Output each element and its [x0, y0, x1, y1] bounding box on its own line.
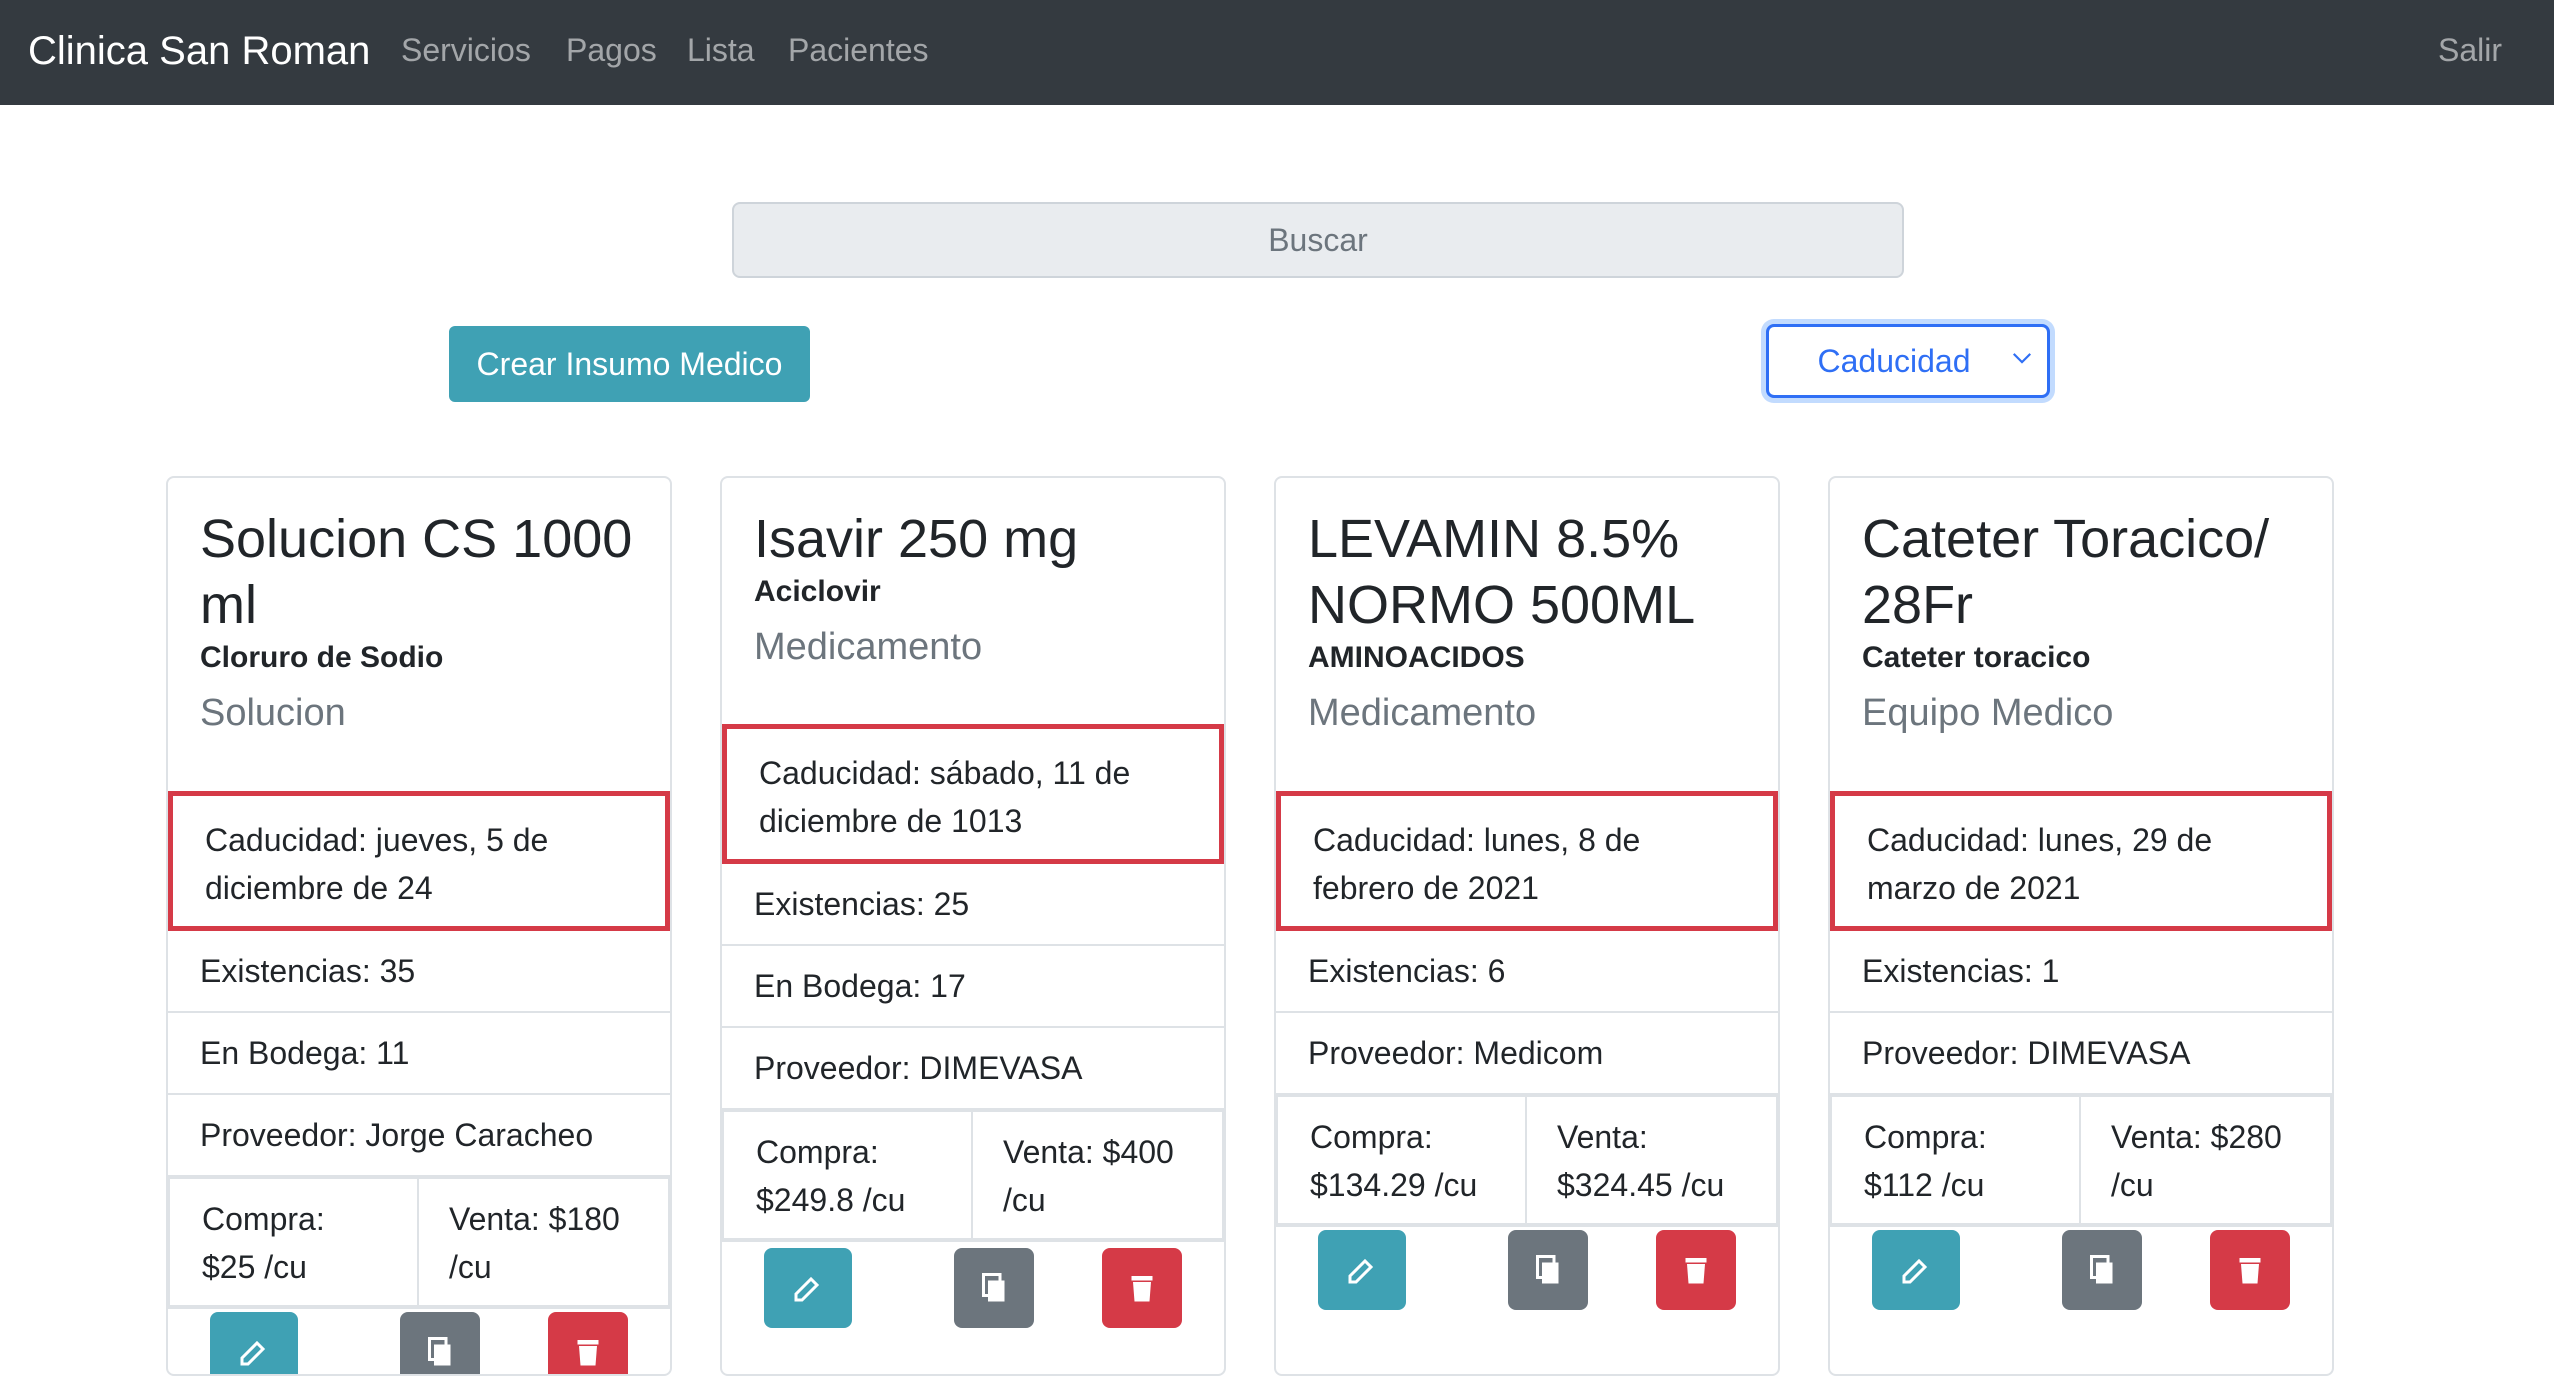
copy-button[interactable]: [954, 1248, 1034, 1328]
card-subtitle: AMINOACIDOS: [1308, 641, 1525, 674]
edit-button[interactable]: [1872, 1230, 1960, 1310]
price-row: Compra: $134.29 /cu Venta: $324.45 /cu: [1276, 1095, 1778, 1227]
card-category: Medicamento: [754, 626, 983, 668]
edit-icon: [1902, 1258, 1928, 1284]
trash-icon: [2239, 1258, 2261, 1284]
sale-price: Venta: $324.45 /cu: [1527, 1095, 1778, 1225]
edit-button[interactable]: [1318, 1230, 1406, 1310]
copy-icon: [2090, 1255, 2113, 1284]
list-item: Existencias: 1: [1830, 931, 2332, 1013]
search-input[interactable]: [732, 202, 1904, 278]
copy-button[interactable]: [1508, 1230, 1588, 1310]
nav-pacientes[interactable]: Pacientes: [788, 28, 929, 72]
card-category: Equipo Medico: [1862, 692, 2114, 734]
chevron-down-icon: [2012, 353, 2032, 364]
card-details: Caducidad: jueves, 5 de diciembre de 24 …: [168, 791, 670, 1309]
purchase-price: Compra: $25 /cu: [168, 1177, 419, 1307]
card-actions: [722, 1248, 1224, 1338]
nav-lista[interactable]: Lista: [687, 28, 755, 72]
card-title: Cateter Toracico/ 28Fr: [1862, 509, 2270, 635]
sale-price: Venta: $180 /cu: [419, 1177, 670, 1307]
card-subtitle: Cloruro de Sodio: [200, 641, 444, 674]
list-item: Proveedor: DIMEVASA: [1830, 1013, 2332, 1095]
expiry-item: Caducidad: sábado, 11 de diciembre de 10…: [722, 724, 1224, 864]
card-title: LEVAMIN 8.5% NORMO 500ML: [1308, 509, 1696, 635]
copy-icon: [982, 1273, 1005, 1302]
list-item: En Bodega: 17: [722, 946, 1224, 1028]
list-item: Existencias: 35: [168, 931, 670, 1013]
card-actions: [1276, 1230, 1778, 1320]
nav-pagos[interactable]: Pagos: [566, 28, 657, 72]
card-title: Solucion CS 1000 ml: [200, 509, 633, 635]
copy-icon: [1536, 1255, 1559, 1284]
copy-icon: [428, 1337, 451, 1366]
edit-button[interactable]: [764, 1248, 852, 1328]
list-item: En Bodega: 11: [168, 1013, 670, 1095]
delete-button[interactable]: [1102, 1248, 1182, 1328]
purchase-price: Compra: $112 /cu: [1830, 1095, 2081, 1225]
trash-icon: [577, 1340, 599, 1366]
edit-icon: [240, 1340, 266, 1366]
sale-price: Venta: $280 /cu: [2081, 1095, 2332, 1225]
card-category: Solucion: [200, 692, 346, 734]
supply-card: LEVAMIN 8.5% NORMO 500ML AMINOACIDOS Med…: [1274, 476, 1780, 1376]
card-actions: [1830, 1230, 2332, 1320]
card-details: Caducidad: lunes, 29 de marzo de 2021 Ex…: [1830, 791, 2332, 1227]
price-row: Compra: $25 /cu Venta: $180 /cu: [168, 1177, 670, 1309]
brand-link[interactable]: Clinica San Roman: [28, 26, 370, 76]
delete-button[interactable]: [1656, 1230, 1736, 1310]
price-row: Compra: $249.8 /cu Venta: $400 /cu: [722, 1110, 1224, 1242]
trash-icon: [1685, 1258, 1707, 1284]
card-details: Caducidad: lunes, 8 de febrero de 2021 E…: [1276, 791, 1778, 1227]
list-item: Proveedor: DIMEVASA: [722, 1028, 1224, 1110]
list-item: Existencias: 25: [722, 864, 1224, 946]
expiry-item: Caducidad: jueves, 5 de diciembre de 24: [168, 791, 670, 931]
sort-select-value: Caducidad: [1817, 343, 1971, 379]
list-item: Existencias: 6: [1276, 931, 1778, 1013]
card-details: Caducidad: sábado, 11 de diciembre de 10…: [722, 724, 1224, 1242]
supply-card: Isavir 250 mg Aciclovir Medicamento Cadu…: [720, 476, 1226, 1376]
supply-card: Cateter Toracico/ 28Fr Cateter toracico …: [1828, 476, 2334, 1376]
price-row: Compra: $112 /cu Venta: $280 /cu: [1830, 1095, 2332, 1227]
supply-card: Solucion CS 1000 ml Cloruro de Sodio Sol…: [166, 476, 672, 1376]
purchase-price: Compra: $134.29 /cu: [1276, 1095, 1527, 1225]
sale-price: Venta: $400 /cu: [973, 1110, 1224, 1240]
navbar: Clinica San Roman Servicios Pagos Lista …: [0, 0, 2554, 105]
sort-select[interactable]: Caducidad: [1766, 324, 2050, 398]
list-item: Proveedor: Medicom: [1276, 1013, 1778, 1095]
expiry-item: Caducidad: lunes, 8 de febrero de 2021: [1276, 791, 1778, 931]
logout-link[interactable]: Salir: [2438, 28, 2502, 72]
edit-icon: [794, 1276, 820, 1302]
trash-icon: [1131, 1276, 1153, 1302]
card-subtitle: Aciclovir: [754, 575, 881, 608]
purchase-price: Compra: $249.8 /cu: [722, 1110, 973, 1240]
edit-icon: [1348, 1258, 1374, 1284]
nav-servicios[interactable]: Servicios: [401, 28, 531, 72]
list-item: Proveedor: Jorge Caracheo: [168, 1095, 670, 1177]
copy-button[interactable]: [2062, 1230, 2142, 1310]
create-supply-button[interactable]: Crear Insumo Medico: [449, 326, 810, 402]
delete-button[interactable]: [2210, 1230, 2290, 1310]
card-category: Medicamento: [1308, 692, 1537, 734]
expiry-item: Caducidad: lunes, 29 de marzo de 2021: [1830, 791, 2332, 931]
card-title: Isavir 250 mg: [754, 509, 1079, 569]
card-subtitle: Cateter toracico: [1862, 641, 2091, 674]
